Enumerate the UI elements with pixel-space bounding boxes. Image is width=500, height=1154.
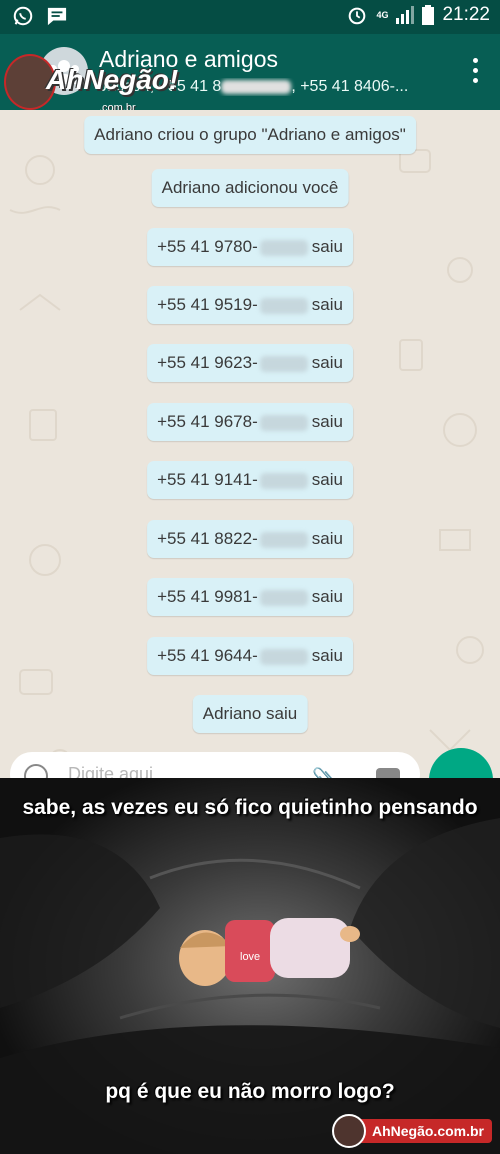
system-message-text: Adriano saiu bbox=[202, 704, 298, 723]
whatsapp-notification-icon bbox=[13, 6, 33, 26]
network-type: 4G bbox=[376, 10, 389, 20]
mascot-face bbox=[331, 1114, 366, 1148]
phone-number: +55 41 9678- bbox=[157, 412, 258, 431]
phone-number: +55 41 9623- bbox=[157, 353, 258, 372]
message-input-bar[interactable]: Digite aqui 📎 bbox=[10, 752, 420, 778]
redacted-number bbox=[259, 239, 308, 256]
site-watermark: AhNegão.com.br bbox=[331, 1114, 492, 1148]
system-message: +55 41 9141- saiu bbox=[147, 461, 353, 499]
emoji-icon[interactable] bbox=[24, 764, 48, 778]
message-notification-icon bbox=[47, 7, 67, 26]
redacted-number bbox=[259, 531, 308, 548]
redacted-number bbox=[259, 589, 308, 606]
redacted-number bbox=[259, 472, 308, 489]
system-message: +55 41 9780- saiu bbox=[147, 228, 353, 266]
phone-number: +55 41 9519- bbox=[157, 295, 258, 314]
system-message: Adriano criou o grupo "Adriano e amigos" bbox=[84, 116, 416, 154]
overflow-menu-icon[interactable] bbox=[472, 58, 480, 86]
phone-number: +55 41 8822- bbox=[157, 529, 258, 548]
members-text-b: , +55 41 8406-... bbox=[291, 78, 409, 95]
system-message: +55 41 8822- saiu bbox=[147, 520, 353, 558]
chat-wallpaper bbox=[9, 149, 484, 771]
system-message: +55 41 9981- saiu bbox=[147, 578, 353, 616]
meme-image: love sabe, as vezes eu só fico quietinho… bbox=[0, 778, 500, 1154]
site-url: AhNegão.com.br bbox=[359, 1119, 492, 1143]
left-label: saiu bbox=[311, 529, 343, 548]
redacted-number bbox=[259, 414, 308, 431]
system-message: +55 41 9623- saiu bbox=[147, 344, 353, 382]
phone-number: +55 41 9780- bbox=[157, 237, 258, 256]
chat-area: Adriano criou o grupo "Adriano e amigos"… bbox=[0, 110, 500, 778]
phone-number: +55 41 9141- bbox=[157, 470, 258, 489]
phone-number: +55 41 9981- bbox=[157, 587, 258, 606]
redacted-number bbox=[259, 297, 308, 314]
left-label: saiu bbox=[311, 412, 343, 431]
battery-icon bbox=[422, 5, 435, 25]
left-label: saiu bbox=[311, 470, 343, 489]
system-message: Adriano saiu bbox=[192, 695, 308, 733]
message-input[interactable]: Digite aqui bbox=[68, 764, 153, 778]
redacted-number bbox=[259, 355, 308, 372]
redacted-number bbox=[221, 79, 292, 94]
system-message: +55 41 9644- saiu bbox=[147, 637, 353, 675]
alarm-icon bbox=[349, 7, 366, 25]
phone-number: +55 41 9644- bbox=[157, 646, 258, 665]
left-label: saiu bbox=[311, 646, 343, 665]
caption-bottom: pq é que eu não morro logo? bbox=[105, 1080, 395, 1103]
redacted-number bbox=[259, 648, 308, 665]
caption-top: sabe, as vezes eu só fico quietinho pens… bbox=[22, 796, 478, 819]
left-label: saiu bbox=[311, 237, 343, 256]
left-label: saiu bbox=[311, 587, 343, 606]
signal-icon bbox=[396, 6, 415, 24]
left-label: saiu bbox=[311, 353, 343, 372]
left-label: saiu bbox=[311, 295, 343, 314]
camera-icon[interactable] bbox=[376, 768, 400, 778]
system-message: +55 41 9519- saiu bbox=[147, 286, 353, 324]
logo-word: AhNegão! bbox=[46, 64, 179, 95]
attach-icon[interactable]: 📎 bbox=[312, 766, 337, 778]
system-message: Adriano adicionou você bbox=[151, 169, 349, 207]
clock: 21:22 bbox=[442, 4, 490, 25]
system-message-text: Adriano adicionou você bbox=[161, 178, 339, 197]
status-bar: 4G 21:22 bbox=[0, 0, 500, 34]
system-message-text: Adriano criou o grupo "Adriano e amigos" bbox=[94, 125, 406, 144]
system-message: +55 41 9678- saiu bbox=[147, 403, 353, 441]
doll-shirt-label: love bbox=[240, 951, 260, 963]
